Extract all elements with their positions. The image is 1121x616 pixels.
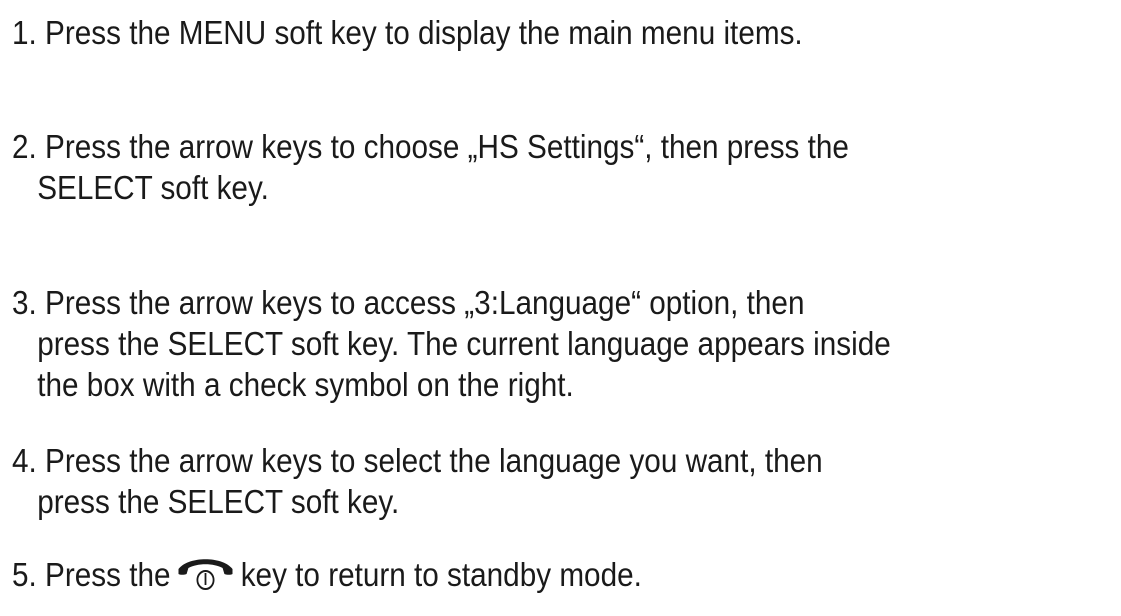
step-text-line: press the SELECT soft key. — [37, 483, 400, 520]
step-number: 3. — [12, 284, 37, 321]
step-text-before-icon: Press the — [45, 556, 171, 593]
step-1: 1. Press the MENU soft key to display th… — [12, 12, 803, 53]
step-text-line: Press the MENU soft key to display the m… — [45, 14, 803, 51]
step-text-line: SELECT soft key. — [37, 169, 269, 206]
step-text-line: press the SELECT soft key. The current l… — [37, 325, 891, 362]
step-text-line: Press the arrow keys to choose „HS Setti… — [45, 128, 849, 165]
step-4: 4. Press the arrow keys to select the la… — [12, 440, 823, 522]
step-3: 3. Press the arrow keys to access „3:Lan… — [12, 282, 891, 405]
step-number: 4. — [12, 442, 37, 479]
step-number: 5. — [12, 556, 37, 593]
step-number: 2. — [12, 128, 37, 165]
step-5: 5. Press the key to return to standby mo… — [12, 554, 642, 595]
step-text-line: the box with a check symbol on the right… — [37, 366, 574, 403]
end-call-key-icon — [176, 557, 235, 591]
step-text-line: Press the arrow keys to select the langu… — [45, 442, 823, 479]
step-text-line: Press the arrow keys to access „3:Langua… — [45, 284, 805, 321]
step-number: 1. — [12, 14, 37, 51]
step-2: 2. Press the arrow keys to choose „HS Se… — [12, 126, 849, 208]
step-text-after-icon: key to return to standby mode. — [240, 556, 642, 593]
